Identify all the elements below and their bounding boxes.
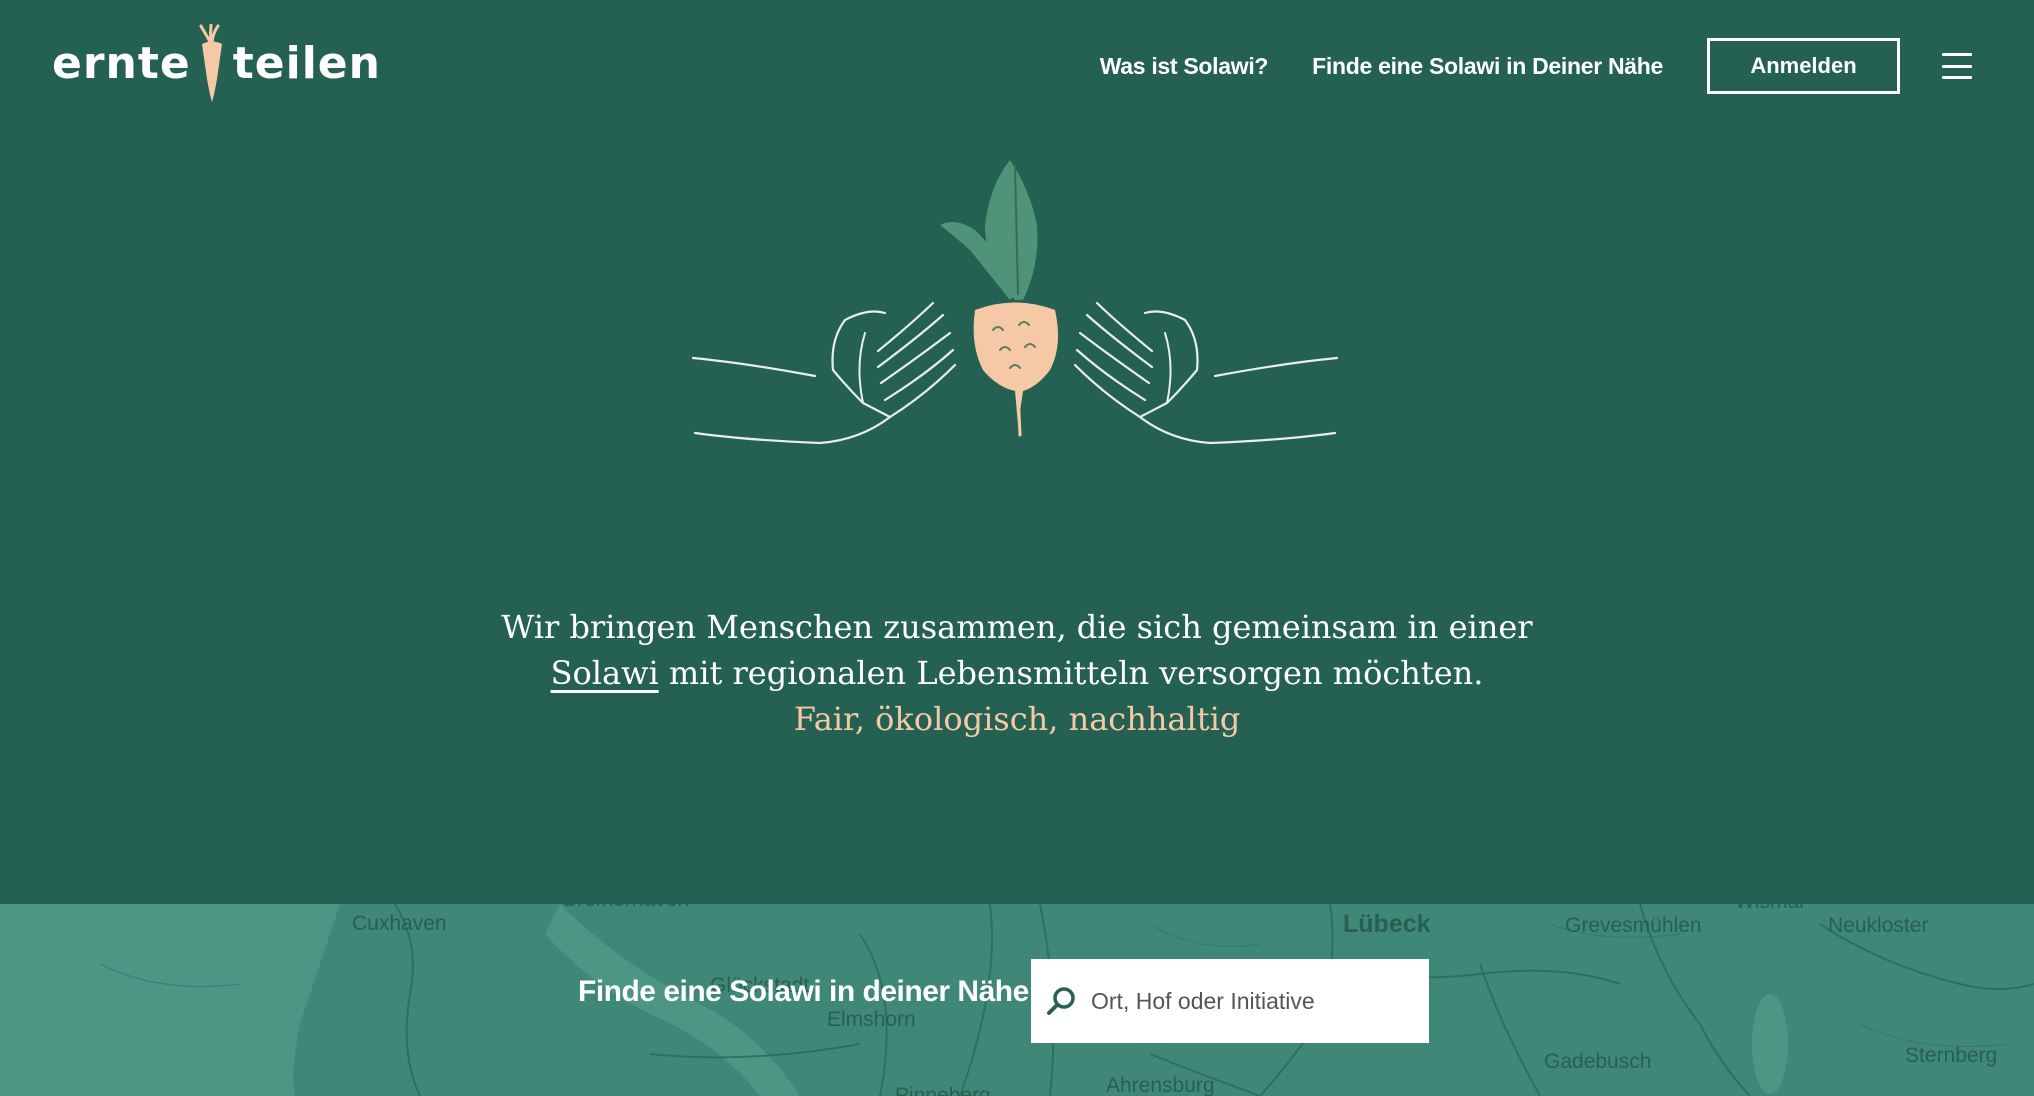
menu-line xyxy=(1942,53,1972,56)
search-icon[interactable] xyxy=(1045,984,1079,1018)
search-section-title: Finde eine Solawi in deiner Nähe xyxy=(578,975,1029,1008)
menu-line xyxy=(1942,64,1972,68)
map-label-luebeck: Lübeck xyxy=(1343,910,1431,938)
search-box[interactable] xyxy=(1031,959,1429,1043)
map-label-sternberg: Sternberg xyxy=(1905,1044,1998,1067)
map-label-ahrensburg: Ahrensburg xyxy=(1106,1074,1215,1096)
search-input[interactable] xyxy=(1089,986,1413,1016)
map-label-cuxhaven: Cuxhaven xyxy=(352,912,447,935)
map-label-bremerhaven: Bremerhaven xyxy=(563,904,689,912)
logo-word-teilen: teilen xyxy=(232,38,381,89)
map-label-pinneberg: Pinneberg xyxy=(895,1084,991,1096)
tagline-line-1: Wir bringen Menschen zusammen, die sich … xyxy=(501,608,1533,646)
nav-what-is-solawi[interactable]: Was ist Solawi? xyxy=(1100,53,1269,80)
logo[interactable]: ernte teilen xyxy=(52,24,381,104)
tagline-line-2-rest: mit regionalen Lebensmitteln versorgen m… xyxy=(658,654,1484,692)
map-label-neukloster: Neukloster xyxy=(1828,914,1929,937)
logo-word-ernte: ernte xyxy=(52,38,191,89)
hamburger-menu-icon[interactable] xyxy=(1942,53,1972,79)
hero-tagline: Wir bringen Menschen zusammen, die sich … xyxy=(417,604,1617,742)
tagline-line-2: Solawi mit regionalen Lebensmitteln vers… xyxy=(417,650,1617,696)
nav-find-solawi[interactable]: Finde eine Solawi in Deiner Nähe xyxy=(1312,53,1663,80)
map-label-wismar: Wismar xyxy=(1735,904,1806,914)
solawi-link[interactable]: Solawi xyxy=(551,654,659,692)
hands-with-beet-illustration xyxy=(691,160,1339,445)
carrot-icon xyxy=(199,24,222,102)
menu-line xyxy=(1942,76,1972,79)
site-header: ernte teilen Was ist Solawi? Finde eine … xyxy=(0,0,2034,132)
tagline-subline: Fair, ökologisch, nachhaltig xyxy=(793,700,1241,738)
login-button[interactable]: Anmelden xyxy=(1707,38,1900,94)
map-label-gadebusch: Gadebusch xyxy=(1544,1050,1652,1073)
main-nav: Was ist Solawi? Finde eine Solawi in Dei… xyxy=(1100,38,1972,94)
map-label-grevesmuehlen: Grevesmühlen xyxy=(1565,914,1702,937)
map-label-elmshorn: Elmshorn xyxy=(827,1008,916,1031)
